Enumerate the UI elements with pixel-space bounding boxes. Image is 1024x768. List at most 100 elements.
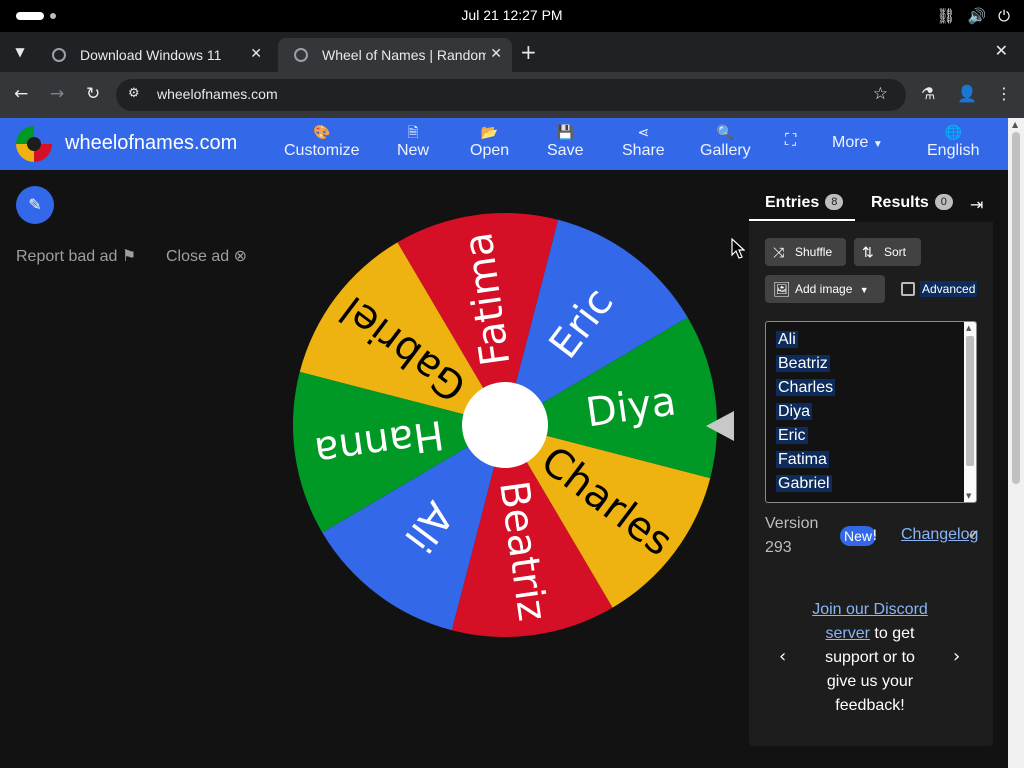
- caret-down-icon: ▼: [872, 139, 883, 150]
- url-text[interactable]: wheelofnames.com: [157, 86, 278, 102]
- close-ad-link[interactable]: Close ad ⊗: [166, 246, 247, 266]
- more-button[interactable]: More ▼: [832, 134, 883, 152]
- forward-arrow-icon[interactable]: →: [50, 84, 64, 104]
- version-info: Version 293: [765, 512, 818, 560]
- version-label: Version: [765, 515, 819, 532]
- add-image-button[interactable]: 🖼 Add image ▼: [765, 275, 885, 303]
- shuffle-icon: ⤨: [773, 244, 785, 260]
- system-tray[interactable]: ⛓ 🔊 ⏻: [936, 7, 1010, 25]
- discord-text: to get: [869, 625, 915, 642]
- list-item: Fatima: [776, 451, 976, 468]
- entry-text: Eric: [776, 427, 808, 444]
- search-icon: 🔍: [716, 124, 735, 140]
- new-badge: New: [840, 526, 877, 546]
- window-close-icon[interactable]: ✕: [995, 41, 1008, 60]
- tab-results[interactable]: Results 0: [871, 194, 953, 212]
- new-label: New: [397, 142, 430, 159]
- scroll-up-icon[interactable]: ▲: [966, 324, 971, 332]
- browser-tab-wheel-of-names[interactable]: Wheel of Names | Random Name Picker ✕: [278, 38, 512, 72]
- list-item: Eric: [776, 427, 976, 444]
- save-icon: 💾: [556, 124, 574, 140]
- site-info-icon[interactable]: ⚙: [128, 86, 140, 101]
- tab-entries[interactable]: Entries 8: [765, 194, 844, 212]
- advanced-label[interactable]: Advanced: [920, 281, 978, 297]
- caret-down-icon: ▼: [859, 285, 869, 295]
- scroll-down-icon[interactable]: ▼: [966, 492, 971, 500]
- collapse-panel-icon[interactable]: ⇥: [970, 195, 983, 214]
- discord-link[interactable]: Join our Discord: [812, 601, 928, 618]
- globe-icon: 🌐: [944, 124, 962, 140]
- entry-text: Fatima: [776, 451, 829, 468]
- close-tab-icon[interactable]: ✕: [490, 45, 502, 62]
- customize-label: Customize: [284, 142, 360, 159]
- close-tab-icon[interactable]: ✕: [250, 45, 262, 62]
- browser-toolbar: ← → ↻ ⚙ wheelofnames.com ☆ ⚗ 👤 ⋮: [0, 72, 1024, 118]
- globe-icon: [294, 48, 308, 62]
- volume-icon[interactable]: 🔊: [967, 7, 986, 25]
- system-clock[interactable]: Jul 21 12:27 PM: [0, 7, 1024, 23]
- panel-tabs: Entries 8 Results 0: [749, 186, 993, 222]
- fullscreen-button[interactable]: ⛶: [785, 132, 796, 150]
- chevron-down-icon[interactable]: ✔: [968, 528, 979, 543]
- open-label: Open: [470, 142, 510, 159]
- new-tab-icon[interactable]: +: [520, 40, 537, 64]
- report-ad-link[interactable]: Report bad ad ⚑: [16, 246, 136, 266]
- tab-results-label: Results: [871, 194, 929, 211]
- network-icon[interactable]: ⛓: [936, 7, 955, 25]
- profile-icon[interactable]: 👤: [957, 84, 977, 103]
- address-bar[interactable]: ⚙ wheelofnames.com ☆: [116, 79, 906, 111]
- entry-text: Beatriz: [776, 355, 830, 372]
- discord-link-2[interactable]: server: [826, 625, 870, 642]
- chevron-right-icon[interactable]: ›: [953, 646, 960, 667]
- file-icon: 🗎: [407, 124, 419, 140]
- app-header: wheelofnames.com 🎨 Customize 🗎 New 📂 Open 💾…: [0, 118, 1008, 170]
- open-button[interactable]: 📂 Open: [470, 122, 509, 160]
- close-ad-label: Close ad: [166, 248, 230, 265]
- list-item: Charles: [776, 379, 976, 396]
- share-button[interactable]: ⋖ Share: [622, 122, 665, 160]
- save-button[interactable]: 💾 Save: [547, 122, 583, 160]
- back-arrow-icon[interactable]: ←: [14, 84, 28, 104]
- shuffle-label: Shuffle: [795, 245, 833, 259]
- name-wheel[interactable]: EricFatimaGabrielHannaAli BeatrizCharlesD…: [290, 210, 720, 640]
- wheel-logo-icon[interactable]: [16, 126, 52, 162]
- fullscreen-icon: ⛶: [785, 132, 797, 149]
- entry-text: Gabriel: [776, 475, 832, 492]
- reload-icon[interactable]: ↻: [86, 84, 100, 104]
- sort-label: Sort: [884, 245, 907, 259]
- bookmark-star-icon[interactable]: ☆: [873, 84, 888, 104]
- entries-scrollbar[interactable]: ▲ ▼: [964, 322, 976, 502]
- advanced-checkbox[interactable]: [901, 282, 915, 296]
- palette-icon: 🎨: [313, 124, 331, 140]
- page-scrollbar[interactable]: ▲: [1008, 118, 1024, 768]
- labs-flask-icon[interactable]: ⚗: [921, 84, 935, 103]
- shuffle-button[interactable]: ⤨ Shuffle: [765, 238, 846, 266]
- scroll-up-icon[interactable]: ▲: [1012, 120, 1018, 129]
- scrollbar-thumb[interactable]: [966, 336, 974, 466]
- browser-tab-bar: ▼ Download Windows 11 ✕ Wheel of Names |…: [0, 32, 1024, 72]
- power-icon[interactable]: ⏻: [998, 7, 1010, 25]
- entries-textarea[interactable]: Ali Beatriz Charles Diya Eric Fatima Gab…: [765, 321, 977, 503]
- customize-button[interactable]: 🎨 Customize: [284, 122, 360, 160]
- entries-count-badge: 8: [825, 194, 844, 210]
- scrollbar-thumb[interactable]: [1012, 132, 1020, 484]
- tab-title: Download Windows 11: [80, 47, 222, 63]
- language-button[interactable]: 🌐 English: [927, 122, 979, 160]
- browser-menu-icon[interactable]: ⋮: [996, 84, 1012, 103]
- gallery-label: Gallery: [700, 142, 751, 159]
- sort-button[interactable]: ⇅ Sort: [854, 238, 921, 266]
- new-badge-exclaim: !: [872, 528, 878, 544]
- browser-tab-download-windows[interactable]: Download Windows 11 ✕: [36, 38, 272, 72]
- changelog-link[interactable]: Changelog: [901, 526, 978, 544]
- report-ad-label: Report bad ad: [16, 248, 118, 265]
- edit-pencil-button[interactable]: ✎: [16, 186, 54, 224]
- chevron-left-icon[interactable]: ‹: [779, 646, 786, 667]
- gallery-button[interactable]: 🔍 Gallery: [700, 122, 751, 160]
- new-button[interactable]: 🗎 New: [397, 122, 429, 160]
- tab-entries-label: Entries: [765, 194, 820, 211]
- wheel-center-hub[interactable]: [462, 382, 548, 468]
- add-image-label: Add image: [795, 282, 853, 296]
- brand-title[interactable]: wheelofnames.com: [65, 132, 237, 155]
- tab-search-dropdown-icon[interactable]: ▼: [8, 40, 32, 64]
- image-icon: 🖼: [773, 281, 791, 297]
